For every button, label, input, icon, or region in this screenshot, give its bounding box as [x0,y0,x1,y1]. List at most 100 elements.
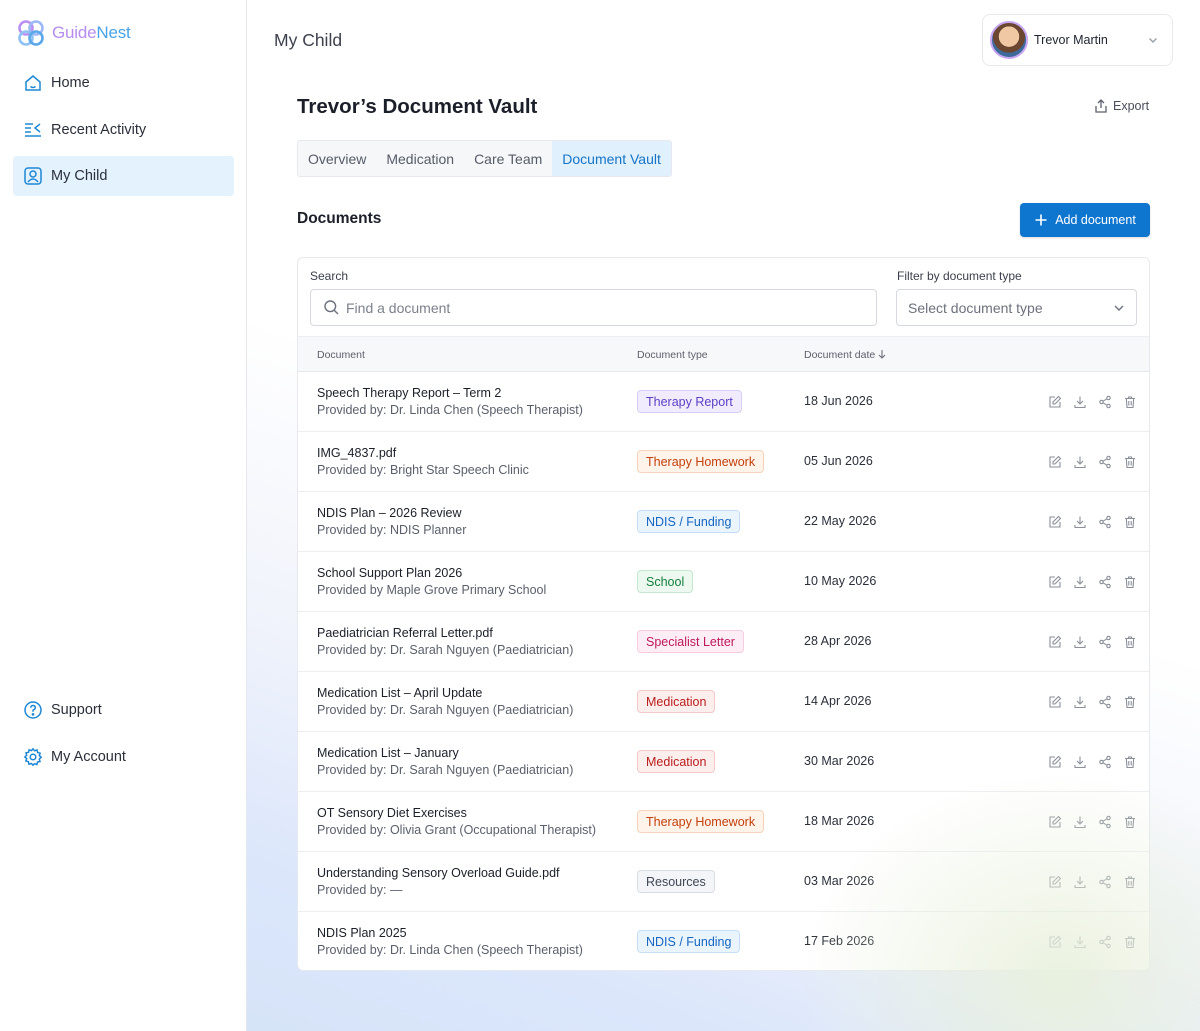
edit-button[interactable] [1042,933,1067,951]
document-name[interactable]: School Support Plan 2026 [317,566,462,580]
table-row[interactable]: Medication List – April Update Provided b… [298,672,1149,732]
trash-icon [1124,876,1135,889]
table-row[interactable]: NDIS Plan – 2026 Review Provided by: NDIS… [298,492,1149,552]
tab-overview[interactable]: Overview [298,141,376,176]
column-header-date[interactable]: Document date [804,349,887,361]
share-button[interactable] [1092,633,1117,651]
share-button[interactable] [1092,753,1117,771]
guidenest-logo-icon [18,20,44,46]
trash-icon [1124,456,1135,469]
share-button[interactable] [1092,573,1117,591]
sidebar-item-recent-activity[interactable]: Recent Activity [13,110,234,150]
download-button[interactable] [1067,873,1092,891]
download-button[interactable] [1067,513,1092,531]
document-name[interactable]: NDIS Plan 2025 [317,926,407,940]
edit-button[interactable] [1042,693,1067,711]
delete-button[interactable] [1117,813,1142,831]
download-icon [1073,636,1086,649]
edit-icon [1048,815,1061,828]
delete-button[interactable] [1117,453,1142,471]
share-button[interactable] [1092,933,1117,951]
edit-button[interactable] [1042,873,1067,891]
brand-logo[interactable]: GuideNest [16,18,131,48]
download-icon [1073,876,1086,889]
share-button[interactable] [1092,693,1117,711]
document-name[interactable]: Medication List – January [317,746,459,760]
tab-document-vault[interactable]: Document Vault [552,141,671,176]
delete-button[interactable] [1117,753,1142,771]
document-type-select-value: Select document type [908,299,1043,316]
table-row[interactable]: NDIS Plan 2025 Provided by: Dr. Linda Che… [298,912,1149,970]
table-row[interactable]: IMG_4837.pdf Provided by: Bright Star Spe… [298,432,1149,492]
export-button[interactable]: Export [1093,98,1149,114]
download-button[interactable] [1067,693,1092,711]
table-row[interactable]: Speech Therapy Report – Term 2 Provided b… [298,372,1149,432]
search-input[interactable] [346,299,846,316]
table-row[interactable]: OT Sensory Diet Exercises Provided by: Ol… [298,792,1149,852]
document-type-select[interactable]: Select document type [896,289,1137,326]
edit-button[interactable] [1042,753,1067,771]
export-icon [1095,99,1107,113]
table-row[interactable]: Paediatrician Referral Letter.pdf Provide… [298,612,1149,672]
share-button[interactable] [1092,393,1117,411]
sidebar-item-support[interactable]: Support [13,690,234,730]
document-provider: Provided by: Dr. Linda Chen (Speech Ther… [317,403,583,417]
download-button[interactable] [1067,753,1092,771]
document-provider: Provided by: Olivia Grant (Occupational … [317,823,597,837]
document-name[interactable]: Medication List – April Update [317,686,482,700]
row-actions [1042,633,1142,651]
activity-icon [25,122,41,137]
download-button[interactable] [1067,933,1092,951]
add-document-label: Add document [1055,213,1136,227]
delete-button[interactable] [1117,573,1142,591]
delete-button[interactable] [1117,633,1142,651]
document-type-badge: Therapy Homework [637,450,765,473]
delete-button[interactable] [1117,873,1142,891]
document-name[interactable]: NDIS Plan – 2026 Review [317,506,462,520]
download-button[interactable] [1067,573,1092,591]
table-row[interactable]: School Support Plan 2026 Provided by Mapl… [298,552,1149,612]
document-provider: Provided by: Dr. Sarah Nguyen (Paediatri… [317,763,574,777]
table-row[interactable]: Understanding Sensory Overload Guide.pdf… [298,852,1149,912]
document-type-badge: NDIS / Funding [637,930,741,953]
document-name[interactable]: Paediatrician Referral Letter.pdf [317,626,493,640]
document-name[interactable]: OT Sensory Diet Exercises [317,806,467,820]
delete-button[interactable] [1117,693,1142,711]
column-header-document[interactable]: Document [317,349,365,361]
edit-button[interactable] [1042,633,1067,651]
document-name[interactable]: IMG_4837.pdf [317,446,396,460]
share-button[interactable] [1092,873,1117,891]
edit-button[interactable] [1042,573,1067,591]
download-button[interactable] [1067,453,1092,471]
column-header-type[interactable]: Document type [637,349,708,361]
delete-button[interactable] [1117,513,1142,531]
document-name[interactable]: Understanding Sensory Overload Guide.pdf [317,866,560,880]
tab-care-team[interactable]: Care Team [464,141,552,176]
share-button[interactable] [1092,813,1117,831]
download-button[interactable] [1067,813,1092,831]
table-row[interactable]: Medication List – January Provided by: Dr… [298,732,1149,792]
tab-medication[interactable]: Medication [376,141,464,176]
sidebar-item-home[interactable]: Home [13,63,234,103]
child-profile-icon [24,167,42,185]
document-date: 14 Apr 2026 [804,694,872,708]
trash-icon [1124,756,1135,769]
share-button[interactable] [1092,453,1117,471]
download-button[interactable] [1067,393,1092,411]
delete-button[interactable] [1117,933,1142,951]
sidebar-item-my-account[interactable]: My Account [13,737,234,777]
download-button[interactable] [1067,633,1092,651]
main-content: My Child Trevor Martin Trevor’s Document… [247,0,1200,1031]
share-button[interactable] [1092,513,1117,531]
edit-button[interactable] [1042,393,1067,411]
add-document-button[interactable]: Add document [1020,203,1150,237]
delete-button[interactable] [1117,393,1142,411]
edit-button[interactable] [1042,453,1067,471]
edit-button[interactable] [1042,513,1067,531]
trash-icon [1124,936,1135,949]
sidebar-item-my-child[interactable]: My Child [13,156,234,196]
user-menu[interactable]: Trevor Martin [982,14,1173,66]
share-icon [1098,515,1111,529]
edit-button[interactable] [1042,813,1067,831]
document-name[interactable]: Speech Therapy Report – Term 2 [317,386,501,400]
